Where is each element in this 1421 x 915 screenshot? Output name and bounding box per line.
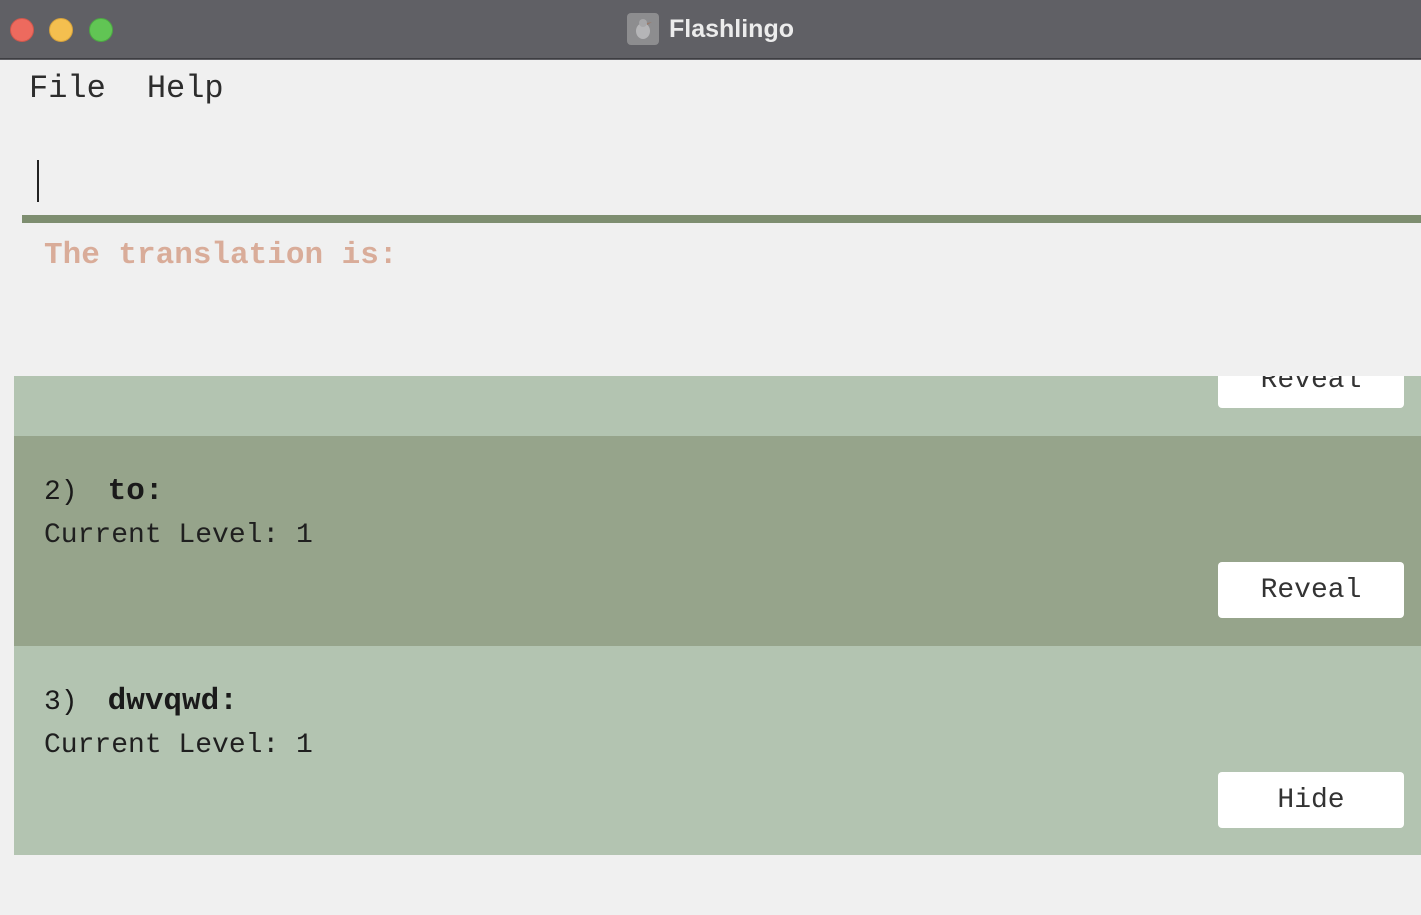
menu-file[interactable]: File bbox=[29, 70, 106, 107]
menu-bar: File Help bbox=[29, 70, 224, 107]
window-title-group: Flashlingo bbox=[0, 12, 1421, 46]
translation-result-label: The translation is: bbox=[44, 238, 398, 273]
flashcard-word: to: bbox=[107, 474, 164, 509]
menu-help[interactable]: Help bbox=[147, 70, 224, 107]
flashcard-item: 2) to: Current Level: 1 Reveal bbox=[14, 436, 1421, 646]
flashlingo-app-icon bbox=[627, 13, 659, 45]
command-input[interactable] bbox=[34, 156, 1404, 206]
flashcard-title: 2) to: bbox=[44, 474, 163, 509]
flashcard-index: 3) bbox=[44, 687, 78, 718]
flashcard-list[interactable]: Reveal 2) to: Current Level: 1 Reveal 3)… bbox=[14, 376, 1421, 855]
reveal-button[interactable]: Reveal bbox=[1218, 562, 1404, 618]
window-title: Flashlingo bbox=[669, 14, 794, 43]
text-caret bbox=[37, 160, 39, 202]
flashcard-item: 3) dwvqwd: Current Level: 1 Hide bbox=[14, 646, 1421, 855]
flashcard-index: 2) bbox=[44, 477, 78, 508]
flashcard-level: Current Level: 1 bbox=[44, 520, 313, 551]
reveal-button[interactable]: Reveal bbox=[1218, 376, 1404, 408]
flashcard-word: dwvqwd: bbox=[107, 684, 238, 719]
flashcard-item: Reveal bbox=[14, 376, 1421, 436]
command-box bbox=[22, 146, 1421, 220]
flashcard-level: Current Level: 1 bbox=[44, 730, 313, 761]
title-bar: Flashlingo bbox=[0, 0, 1421, 59]
hide-button[interactable]: Hide bbox=[1218, 772, 1404, 828]
command-divider bbox=[22, 215, 1421, 223]
flashcard-title: 3) dwvqwd: bbox=[44, 684, 238, 719]
